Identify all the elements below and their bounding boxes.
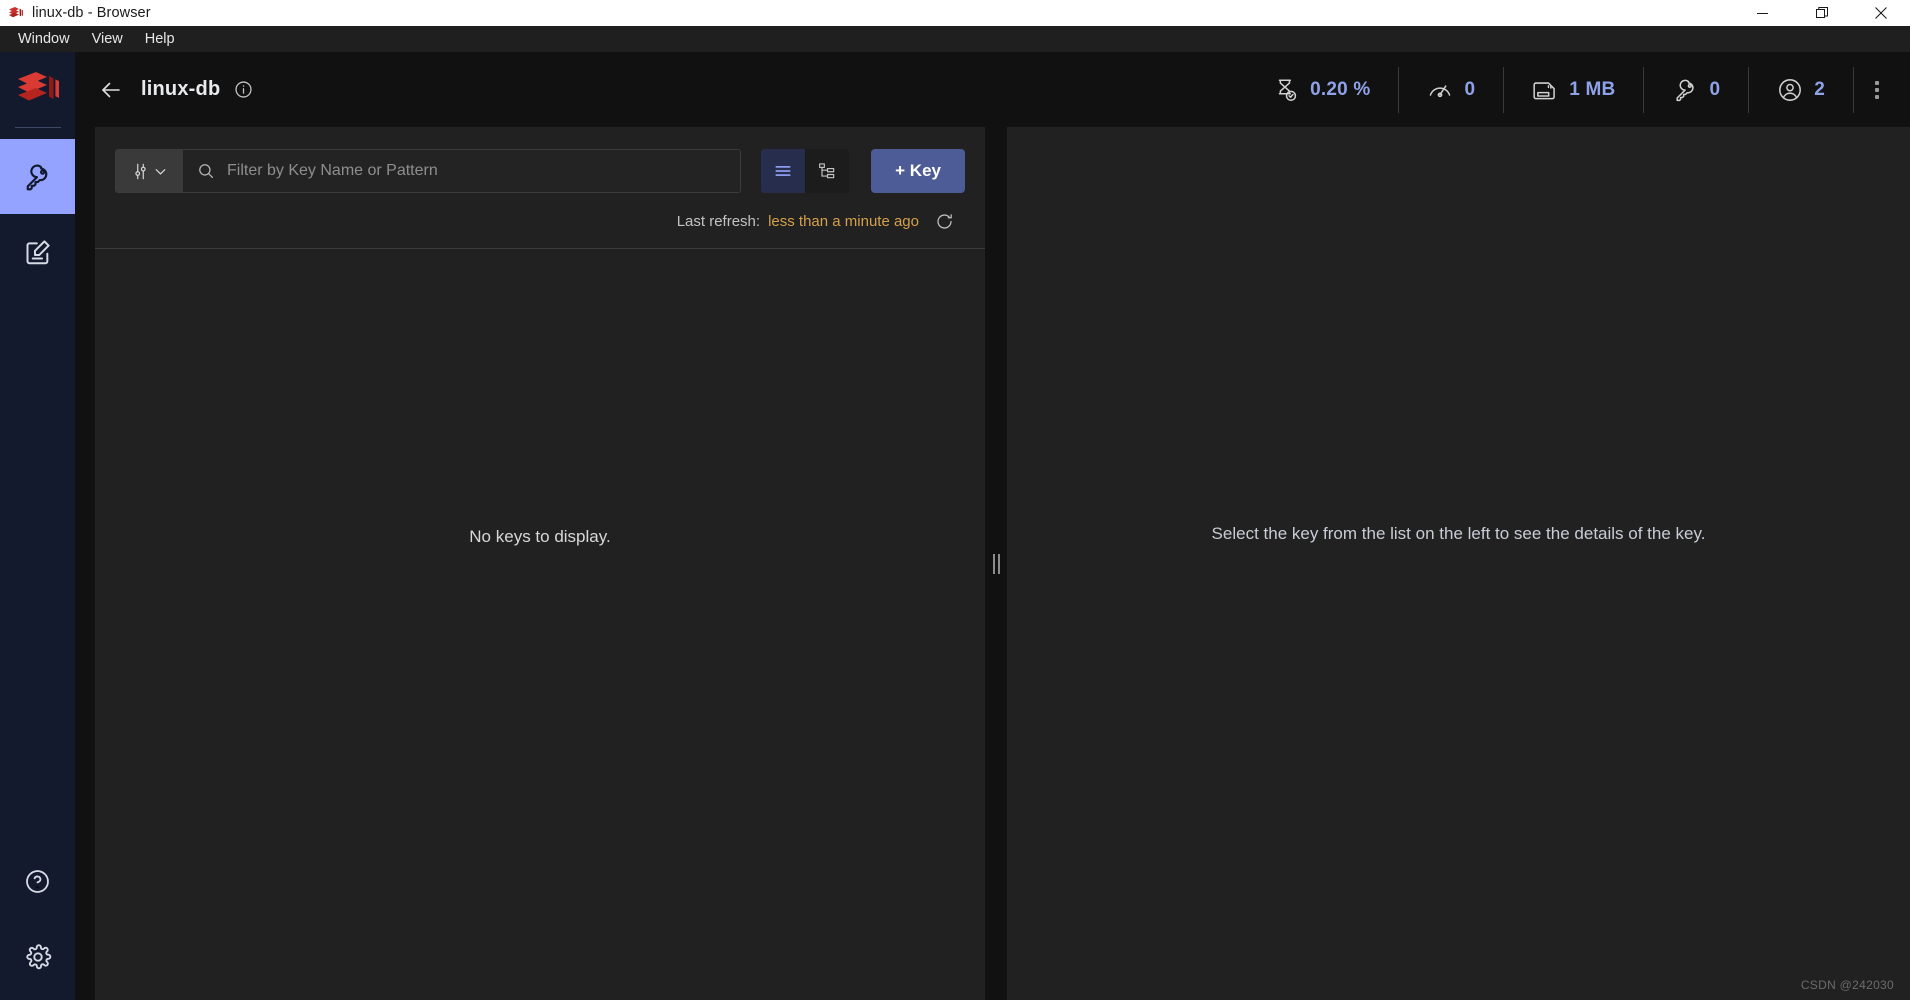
info-circle-icon (235, 81, 252, 98)
chevron-down-icon (155, 168, 165, 175)
sidebar-item-browser[interactable] (0, 139, 75, 214)
more-vertical-icon (1875, 80, 1879, 99)
window-title: linux-db - Browser (32, 5, 151, 21)
cpu-stat-value: 0.20 % (1310, 78, 1371, 100)
keys-stat[interactable]: 0 (1644, 67, 1748, 113)
sliders-icon (134, 163, 146, 179)
search-icon (199, 164, 214, 179)
key-icon (1676, 79, 1695, 101)
refresh-value: less than a minute ago (768, 212, 919, 230)
redis-app-icon (9, 7, 23, 18)
arrow-left-icon (102, 82, 120, 97)
panel-splitter[interactable] (985, 127, 1007, 1000)
db-stats: 0.20 % 0 1 MB 0 2 (1245, 66, 1854, 113)
keys-empty-message: No keys to display. (469, 527, 611, 546)
refresh-icon (936, 213, 952, 229)
restore-button[interactable] (1792, 0, 1851, 26)
content-region: + Key Last refresh: less than a minute a… (75, 127, 1910, 1000)
sidebar (0, 52, 75, 1000)
window-titlebar: linux-db - Browser (0, 0, 1910, 26)
sidebar-item-help[interactable] (0, 844, 75, 919)
splitter-grip-icon (992, 553, 1000, 574)
grip-bar (992, 553, 995, 574)
tree-view-button[interactable] (805, 149, 850, 193)
db-info-button[interactable] (234, 80, 253, 99)
minimize-button[interactable] (1733, 0, 1792, 26)
page-title: linux-db (141, 78, 221, 100)
memory-card-icon (1533, 81, 1556, 99)
close-icon (1874, 7, 1887, 19)
details-empty-message: Select the key from the list on the left… (1211, 523, 1706, 543)
menu-item-view[interactable]: View (82, 28, 133, 50)
list-view-button[interactable] (761, 149, 806, 193)
sidebar-bottom (0, 844, 75, 994)
view-toggle-group (761, 149, 850, 193)
window-controls (1733, 0, 1910, 26)
memory-stat[interactable]: 1 MB (1504, 67, 1643, 113)
keys-stat-value: 0 (1709, 78, 1721, 100)
key-icon (26, 164, 47, 190)
gear-icon (25, 943, 51, 969)
keys-panel: + Key Last refresh: less than a minute a… (95, 127, 985, 1000)
filter-group (115, 149, 742, 193)
restore-icon (1815, 7, 1828, 18)
dot (1875, 94, 1879, 99)
watermark: CSDN @242030 (1800, 978, 1894, 992)
tree-icon (819, 163, 835, 179)
memory-stat-value: 1 MB (1569, 78, 1616, 100)
refresh-button[interactable] (931, 208, 957, 234)
db-header: linux-db 0.20 % 0 1 MB 0 2 (75, 52, 1910, 127)
dot (1875, 87, 1879, 92)
sidebar-item-workbench[interactable] (0, 214, 75, 289)
titlebar-left: linux-db - Browser (0, 5, 151, 21)
menubar: Window View Help (0, 26, 1910, 52)
dot (1875, 80, 1879, 85)
menu-item-help[interactable]: Help (135, 28, 185, 50)
app-body: linux-db 0.20 % 0 1 MB 0 2 Filter by Key… (0, 52, 1910, 1000)
main-area: linux-db 0.20 % 0 1 MB 0 2 Filter by Key… (75, 52, 1910, 1000)
menu-item-window[interactable]: Window (8, 28, 80, 50)
list-icon (775, 165, 791, 177)
search-input[interactable] (227, 162, 727, 180)
sidebar-item-settings[interactable] (0, 919, 75, 994)
keys-toolbar: + Key (95, 127, 985, 193)
cpu-stat[interactable]: 0.20 % (1245, 67, 1398, 113)
overflow-menu-button[interactable] (1854, 67, 1900, 113)
refresh-label: Last refresh: (676, 212, 761, 230)
back-button[interactable] (93, 72, 129, 108)
grip-bar (997, 553, 1000, 574)
user-circle-icon (1779, 78, 1802, 101)
filter-type-select[interactable] (116, 150, 183, 192)
search-area (183, 150, 741, 192)
commands-stat[interactable]: 0 (1399, 67, 1503, 113)
sidebar-divider (14, 127, 61, 128)
refresh-row: Last refresh: less than a minute ago (95, 193, 985, 234)
commands-stat-value: 0 (1464, 78, 1476, 100)
key-details-panel: Select the key from the list on the left… (1007, 127, 1910, 1000)
add-key-button[interactable]: + Key (871, 149, 965, 193)
close-button[interactable] (1851, 0, 1910, 26)
keys-empty-state: No keys to display. (95, 249, 985, 1000)
speedometer-icon (1430, 84, 1451, 97)
question-circle-icon (26, 870, 49, 893)
hourglass-check-icon (1278, 78, 1297, 101)
connections-stat[interactable]: 2 (1749, 67, 1853, 113)
minimize-icon (1757, 12, 1768, 14)
edit-square-icon (26, 239, 50, 264)
connections-stat-value: 2 (1814, 78, 1825, 100)
sidebar-logo (0, 52, 75, 127)
redis-logo-icon (17, 71, 59, 100)
